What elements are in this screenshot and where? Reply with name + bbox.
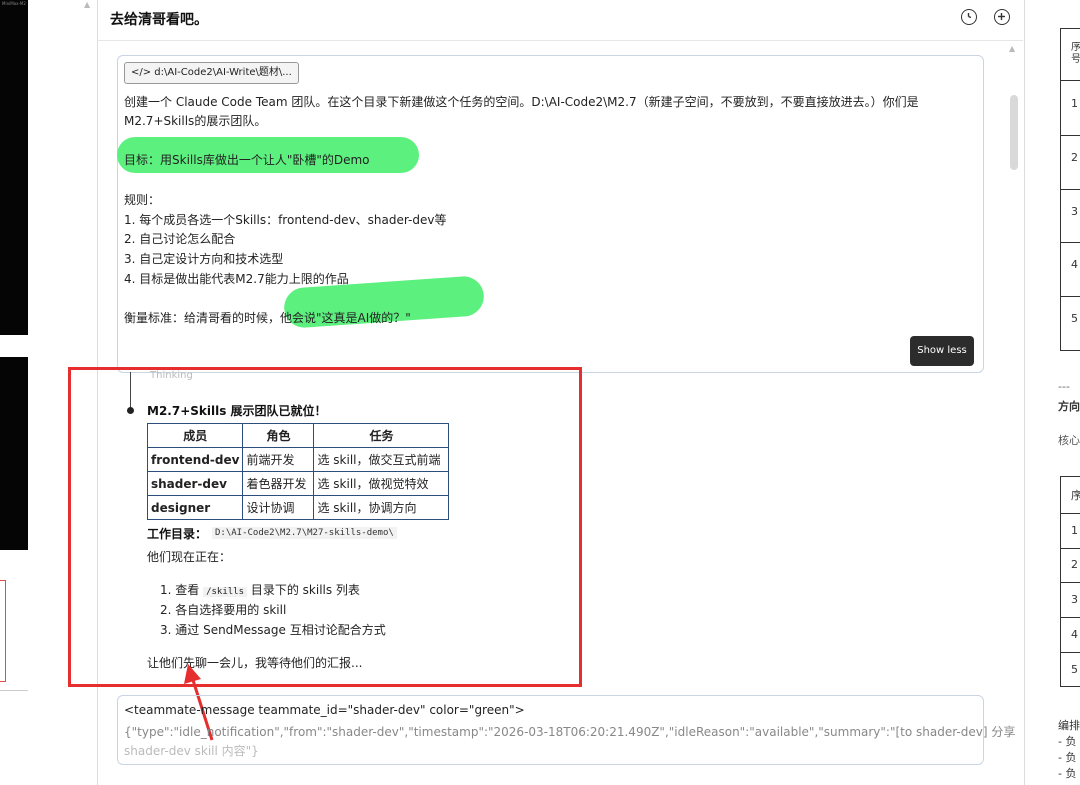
right-table-2-num: 4 [1071, 628, 1078, 641]
right-dashes: --- [1058, 380, 1070, 393]
annotation-red-box [68, 367, 582, 687]
right-core-text: 核心 [1058, 434, 1080, 447]
chat-scrollbar[interactable] [1010, 95, 1018, 170]
right-table-2-num: 3 [1071, 593, 1078, 606]
measure-prefix: 衡量标准：给清哥看的时候， [124, 311, 281, 325]
teammate-message-json: {"type":"idle_notification","from":"shad… [124, 725, 1016, 739]
right-table-2-num: 1 [1071, 524, 1078, 537]
right-footer-3: - 负 [1058, 751, 1077, 764]
rule-1: 1. 每个成员各选一个Skills：frontend-dev、shader-de… [124, 213, 447, 227]
scroll-up-icon[interactable]: ▲ [1009, 44, 1015, 53]
clock-icon[interactable] [961, 9, 977, 25]
file-context-chip[interactable]: </> d:\AI-Code2\AI-Write\题材\... [124, 62, 299, 84]
right-table-row-divider [1060, 548, 1080, 549]
right-table-1-num: 1 [1071, 97, 1078, 110]
right-table-1-num: 4 [1071, 258, 1078, 271]
left-scroll-up-icon[interactable]: ▲ [84, 0, 90, 9]
prompt-line-1: 创建一个 Claude Code Team 团队。在这个目录下新建做这个任务的空… [124, 95, 919, 109]
page-title: 去给清哥看吧。 [110, 12, 208, 28]
rule-2: 2. 自己讨论怎么配合 [124, 232, 236, 246]
chat-header [97, 0, 1023, 41]
right-table-row-divider [1060, 652, 1080, 653]
left-preview-panel-bottom [0, 357, 28, 550]
right-footer-1: 编排 [1058, 719, 1080, 732]
rule-4: 4. 目标是做出能代表M2.7能力上限的作品 [124, 272, 349, 286]
right-table-row-divider [1060, 242, 1080, 243]
left-preview-panel-top: MiniMax-M2 [0, 0, 28, 335]
right-table-row-divider [1060, 135, 1080, 136]
right-table-row-divider [1060, 513, 1080, 514]
right-footer-4: - 负 [1058, 767, 1077, 780]
measure-line: 衡量标准：给清哥看的时候，他会说"这真是AI做的？" [124, 309, 411, 326]
right-table-1-num: 5 [1071, 312, 1078, 325]
show-less-button[interactable]: Show less [910, 336, 974, 366]
right-table-row-divider [1060, 617, 1080, 618]
rules-title: 规则： [124, 193, 161, 207]
right-table-row-divider [1060, 80, 1080, 81]
teammate-message-json-cont: shader-dev skill 内容"} [124, 744, 259, 758]
right-footer-2: - 负 [1058, 735, 1077, 748]
plus-circle-icon[interactable] [994, 9, 1010, 25]
right-table-row-divider [1060, 189, 1080, 190]
prompt-line-2: M2.7+Skills的展示团队。 [124, 114, 267, 128]
right-table-2-num: 2 [1071, 558, 1078, 571]
right-table-1-num: 2 [1071, 151, 1078, 164]
right-table-2-num: 5 [1071, 663, 1078, 676]
left-divider [0, 690, 28, 691]
left-preview-label: MiniMax-M2 [2, 1, 26, 6]
prompt-goal: 目标：用Skills库做出一个让人"卧槽"的Demo [124, 153, 370, 167]
right-table-1-header: 序号 [1071, 42, 1080, 65]
measure-highlight-text: 他会说"这真是AI做的？" [280, 311, 411, 325]
teammate-message-tag: <teammate-message teammate_id="shader-de… [124, 703, 525, 717]
right-table-1-num: 3 [1071, 205, 1078, 218]
rule-3: 3. 自己定设计方向和技术选型 [124, 252, 284, 266]
right-table-row-divider [1060, 296, 1080, 297]
left-red-outline [0, 580, 6, 682]
right-table-row-divider [1060, 582, 1080, 583]
right-heading: 方向 [1058, 400, 1080, 413]
right-table-2-header: 序 [1071, 489, 1080, 502]
